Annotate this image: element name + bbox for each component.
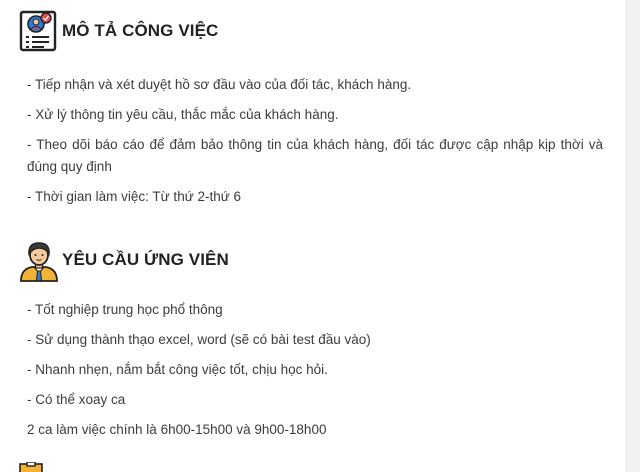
- list-item: - Sử dụng thành thạo excel, word (sẽ có …: [27, 332, 371, 347]
- list-item: - Tốt nghiệp trung học phổ thông: [27, 302, 223, 317]
- candidate-requirements-list: - Tốt nghiệp trung học phổ thông - Sử dụ…: [18, 299, 603, 449]
- job-description-icon: [19, 10, 57, 52]
- candidate-icon: [20, 242, 58, 282]
- job-description-list: - Tiếp nhận và xét duyệt hồ sơ đầu vào c…: [18, 74, 603, 216]
- list-item: - Nhanh nhẹn, nắm bắt công việc tốt, chị…: [27, 362, 328, 377]
- list-item: - Thời gian làm việc: Từ thứ 2-thứ 6: [27, 189, 242, 204]
- candidate-requirements-header: YÊU CẦU ỨNG VIÊN: [18, 238, 229, 282]
- next-section-icon: [19, 462, 43, 472]
- list-item: - Tiếp nhận và xét duyệt hồ sơ đầu vào c…: [27, 77, 412, 92]
- list-item: - Theo dõi báo cáo để đảm bảo thông tin …: [27, 137, 603, 174]
- job-description-title: MÔ TẢ CÔNG VIỆC: [62, 21, 219, 40]
- scrollbar[interactable]: [626, 0, 640, 472]
- job-description-header: MÔ TẢ CÔNG VIỆC: [18, 9, 218, 53]
- list-item: - Có thể xoay ca: [27, 392, 126, 407]
- list-item: - Xử lý thông tin yêu cầu, thắc mắc của …: [27, 107, 339, 122]
- candidate-requirements-title: YÊU CẦU ỨNG VIÊN: [62, 250, 229, 269]
- list-item: 2 ca làm việc chính là 6h00-15h00 và 9h0…: [27, 422, 327, 437]
